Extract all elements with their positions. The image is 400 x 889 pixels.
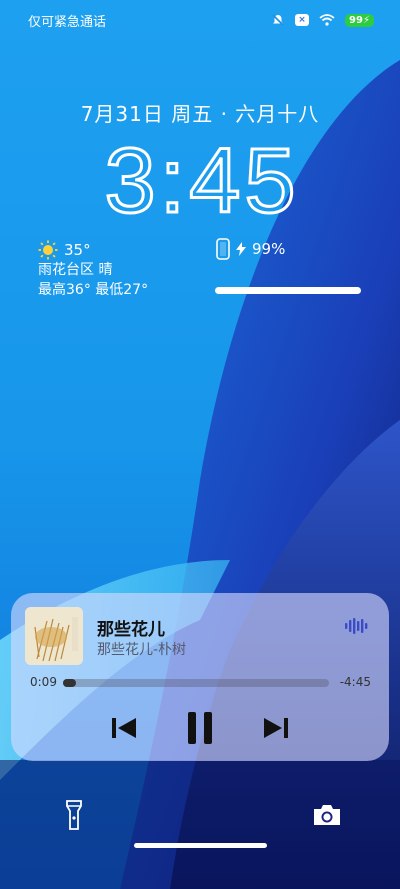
battery-indicator: 99⚡ (345, 13, 374, 27)
date-label: 7月31日 周五 · 六月十八 (80, 102, 320, 126)
battery-level-bar (215, 287, 361, 294)
song-artist: 那些花儿-朴树 (97, 642, 187, 658)
next-button[interactable] (256, 708, 296, 748)
bolt-icon (236, 242, 246, 256)
camera-icon (314, 805, 340, 825)
song-title: 那些花儿 (97, 620, 165, 640)
pause-icon (188, 712, 212, 744)
home-indicator[interactable] (134, 843, 267, 848)
pause-button[interactable] (180, 708, 220, 748)
battery-level-text: 99 (349, 14, 363, 26)
clock-time: 3:45 (104, 136, 299, 220)
sun-icon (38, 240, 58, 260)
device-battery: 99% (216, 238, 285, 260)
mute-icon (272, 14, 284, 26)
phone-icon (216, 238, 230, 260)
weather-location: 雨花台区 晴 (38, 262, 113, 278)
next-icon (264, 718, 288, 738)
album-art[interactable] (25, 607, 83, 665)
flashlight-icon (66, 800, 82, 830)
elapsed-time: 0:09 (30, 675, 57, 689)
clock: 3:45 (103, 136, 299, 220)
music-player-card[interactable]: 那些花儿 那些花儿-朴树 0:09 -4:45 (11, 593, 389, 761)
weather-temperature: 35° (64, 241, 91, 259)
battery-percent: 99% (252, 240, 286, 258)
weather-widget[interactable]: 35° 雨花台区 晴 最高36° 最低27° (38, 240, 148, 300)
remaining-time: -4:45 (339, 675, 371, 689)
status-bar: 仅可紧急通话 × 99⚡ (28, 10, 374, 30)
progress-fill (63, 679, 77, 687)
wifi-icon (319, 14, 335, 26)
progress-slider[interactable] (63, 679, 329, 687)
previous-icon (112, 718, 136, 738)
close-badge-icon: × (295, 14, 310, 26)
camera-button[interactable] (312, 800, 342, 830)
weather-range: 最高36° 最低27° (38, 282, 149, 298)
carrier-text: 仅可紧急通话 (28, 14, 107, 30)
previous-button[interactable] (104, 708, 144, 748)
waveform-icon[interactable] (345, 618, 369, 634)
flashlight-button[interactable] (59, 800, 89, 830)
